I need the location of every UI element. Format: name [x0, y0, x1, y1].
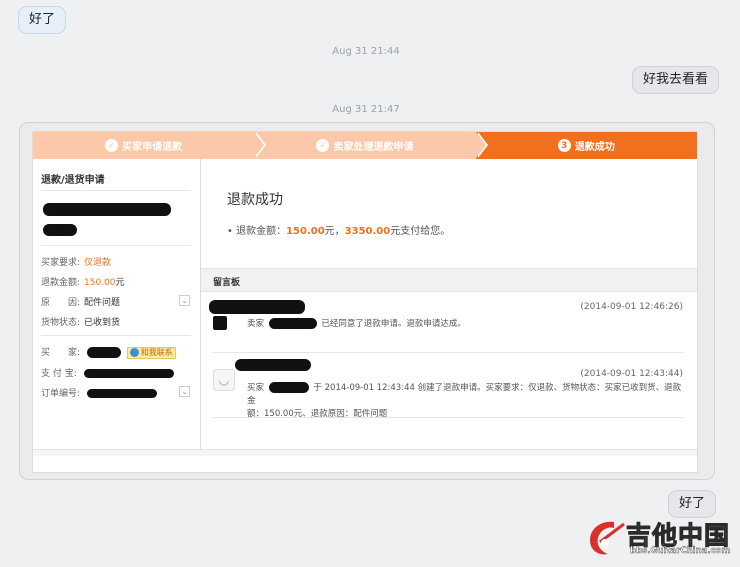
order-number-row: 订单编号: [41, 386, 157, 399]
avatar: ◡ [213, 369, 235, 391]
guitar-logo-icon [590, 521, 625, 555]
step-seller-process: ✓ 卖家处理退款申请 [254, 132, 488, 159]
outgoing-message: 好我去看看 [632, 66, 720, 94]
status-title: 退款成功 [227, 192, 283, 208]
refund-summary: • 退款金额：150.00元，3350.00元支付给您。 [227, 226, 451, 237]
refund-status-panel: 退款成功 • 退款金额：150.00元，3350.00元支付给您。 留言板 (2… [201, 159, 697, 449]
refund-details-panel: 退款/退货申请 买家要求: 仅退款 退款金额: 150.00元 原 因: 配件问题 ⌄ [33, 159, 201, 449]
step-buyer-request: ✓ 买家申请退款 [33, 132, 267, 159]
check-icon: ✓ [316, 139, 330, 152]
panel-title: 退款/退货申请 [41, 175, 105, 186]
message-text: 卖家 已经同意了退款申请。退款申请达成。 [247, 318, 466, 329]
message-text: 好我去看看 [643, 72, 709, 87]
timestamp: Aug 31 21:47 [332, 104, 400, 115]
chevron-down-icon[interactable]: ⌄ [179, 295, 190, 306]
board-message: (2014-09-01 12:46:26) 卖家 已经同意了退款申请。退款申请达… [209, 300, 683, 342]
message-text: 好了 [29, 12, 56, 27]
buyer-row: 买 家: 和我联系 [41, 345, 176, 359]
message-text: 买家 于 2014-09-01 12:43:44 创建了退款申请。买家要求：仅退… [247, 382, 682, 419]
buyer-request-row: 买家要求: 仅退款 [41, 258, 112, 268]
message-date: (2014-09-01 12:46:26) [580, 302, 683, 312]
alipay-row: 支 付 宝: [41, 366, 174, 379]
timestamp: Aug 31 21:44 [332, 46, 400, 57]
image-message[interactable]: ✓ 买家申请退款 ✓ 卖家处理退款申请 3 退款成功 退款/退货申请 买家要求:… [19, 122, 715, 480]
reason-row: 原 因: 配件问题 [41, 298, 121, 308]
message-date: (2014-09-01 12:43:44) [580, 369, 683, 379]
step-refund-success: 3 退款成功 [475, 132, 697, 159]
site-watermark: 吉他中国 bbs.GuitarChina.com [584, 514, 736, 562]
board-message: ◡ (2014-09-01 12:43:44) 买家 于 2014-09-01 … [213, 359, 683, 419]
refund-page-screenshot: ✓ 买家申请退款 ✓ 卖家处理退款申请 3 退款成功 退款/退货申请 买家要求:… [32, 131, 698, 473]
refund-amount-row: 退款金额: 150.00元 [41, 278, 125, 288]
page-footer-strip [33, 449, 697, 456]
watermark-url: bbs.GuitarChina.com [630, 546, 731, 556]
goods-status-row: 货物状态: 已收到货 [41, 318, 121, 328]
step-label: 买家申请退款 [122, 142, 183, 153]
chat-window: 好了 Aug 31 21:44 好我去看看 Aug 31 21:47 ✓ 买家申… [0, 0, 740, 567]
progress-steps: ✓ 买家申请退款 ✓ 卖家处理退款申请 3 退款成功 [33, 132, 697, 159]
message-board-header: 留言板 [201, 268, 697, 292]
check-icon: ✓ [105, 139, 119, 152]
step-label: 卖家处理退款申请 [333, 142, 414, 153]
step-label: 退款成功 [574, 142, 615, 153]
message-text: 好了 [679, 496, 706, 511]
chevron-down-icon[interactable]: ⌄ [179, 386, 190, 397]
incoming-message: 好了 [18, 6, 67, 34]
redacted-item-name [43, 199, 171, 237]
step-number: 3 [557, 139, 571, 152]
contact-me-button[interactable]: 和我联系 [126, 346, 176, 359]
